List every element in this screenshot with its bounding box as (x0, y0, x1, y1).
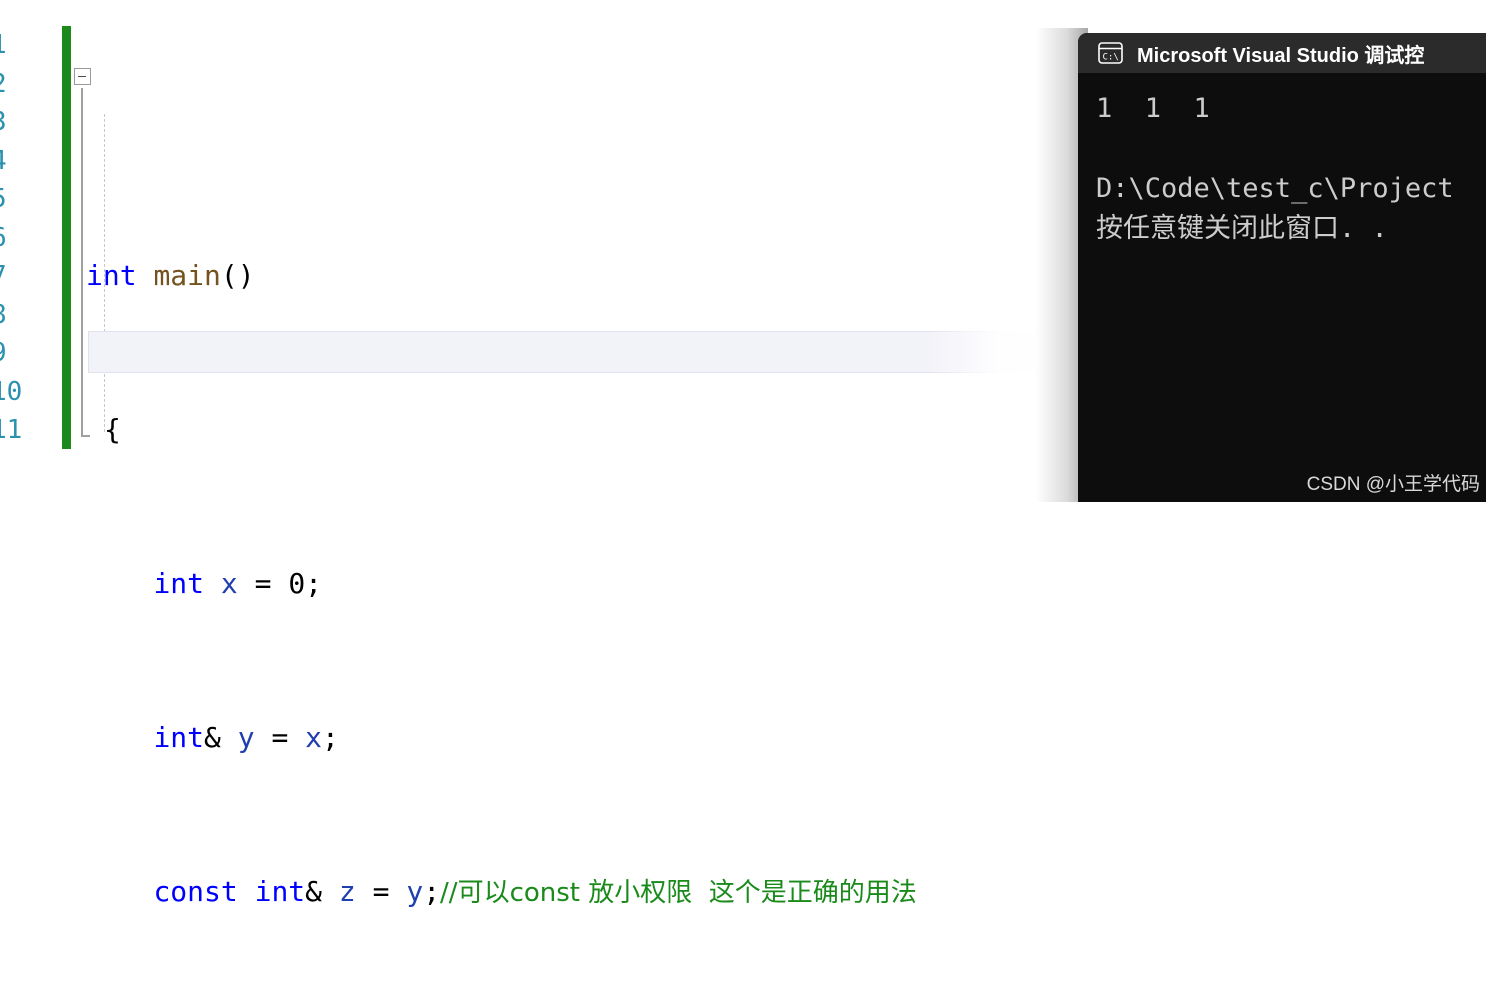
debug-console-window[interactable]: C:\ Microsoft Visual Studio 调试控 1 1 1 D:… (1078, 33, 1486, 502)
line-number: 11 (0, 415, 23, 445)
token-var-x: x (220, 567, 238, 600)
line-number: 9 (0, 334, 25, 373)
line-number: 1 (0, 26, 25, 65)
console-output-path: D:\Code\test_c\Project (1096, 173, 1454, 204)
token-paren-open: ( (220, 259, 238, 292)
line-number-gutter: 1 2 3 4 5 6 7 8 9 10 11 (0, 0, 34, 502)
token-assign: = (254, 567, 272, 600)
token-literal-zero: 0 (288, 567, 306, 600)
token-keyword-int: int (254, 875, 306, 908)
token-ampersand: & (204, 721, 221, 754)
token-var-y: y (237, 721, 255, 754)
code-line-5[interactable]: int& y = x; (86, 719, 1046, 758)
token-var-x: x (305, 721, 323, 754)
console-title-text: Microsoft Visual Studio 调试控 (1137, 44, 1425, 67)
change-indicator-bar (62, 26, 71, 449)
token-brace-open: { (104, 413, 121, 446)
token-keyword-const: const (153, 875, 238, 908)
svg-text:C:\: C:\ (1103, 53, 1119, 63)
token-paren-close: ) (237, 259, 255, 292)
line-number: 6 (0, 219, 25, 258)
token-keyword-int: int (153, 721, 205, 754)
token-assign: = (372, 875, 390, 908)
token-ampersand: & (305, 875, 323, 908)
token-assign: = (271, 721, 289, 754)
line-number: 7 (0, 257, 25, 296)
line-number: 4 (0, 142, 25, 181)
token-keyword-int: int (86, 259, 137, 292)
code-text[interactable]: int main() { int x = 0; int& y = x; cons… (86, 26, 1046, 1004)
line-number: 10 (0, 376, 23, 407)
token-var-z: z (338, 875, 356, 908)
token-semicolon: ; (305, 567, 323, 600)
console-output[interactable]: 1 1 1 D:\Code\test_c\Project 按任意键关闭此窗口. … (1078, 73, 1486, 502)
token-comment: //可以const 放小权限 这个是正确的用法 (440, 878, 917, 908)
code-line-2[interactable]: int main() (86, 257, 1046, 296)
token-var-y: y (406, 875, 424, 908)
console-output-prompt: 按任意键关闭此窗口. . (1096, 213, 1388, 244)
outlining-line (81, 88, 83, 437)
code-line-1[interactable] (86, 103, 1046, 142)
token-semicolon: ; (423, 875, 441, 908)
code-line-4[interactable]: int x = 0; (86, 565, 1046, 604)
line-number: 3 (0, 103, 25, 142)
token-semicolon: ; (322, 721, 339, 754)
csdn-watermark: CSDN @小王学代码 (1306, 474, 1480, 495)
cmd-prompt-icon: C:\ (1098, 42, 1123, 64)
console-title-bar[interactable]: C:\ Microsoft Visual Studio 调试控 (1078, 33, 1486, 73)
line-number: 2 (0, 65, 25, 104)
code-line-3[interactable]: { (86, 411, 1046, 450)
code-line-6[interactable]: const int& z = y;//可以const 放小权限 这个是正确的用法 (86, 873, 1046, 912)
console-output-values: 1 1 1 (1096, 93, 1210, 124)
token-function-main: main (153, 259, 221, 292)
token-keyword-int: int (153, 567, 205, 600)
line-number: 8 (0, 296, 25, 335)
line-number: 5 (0, 180, 25, 219)
